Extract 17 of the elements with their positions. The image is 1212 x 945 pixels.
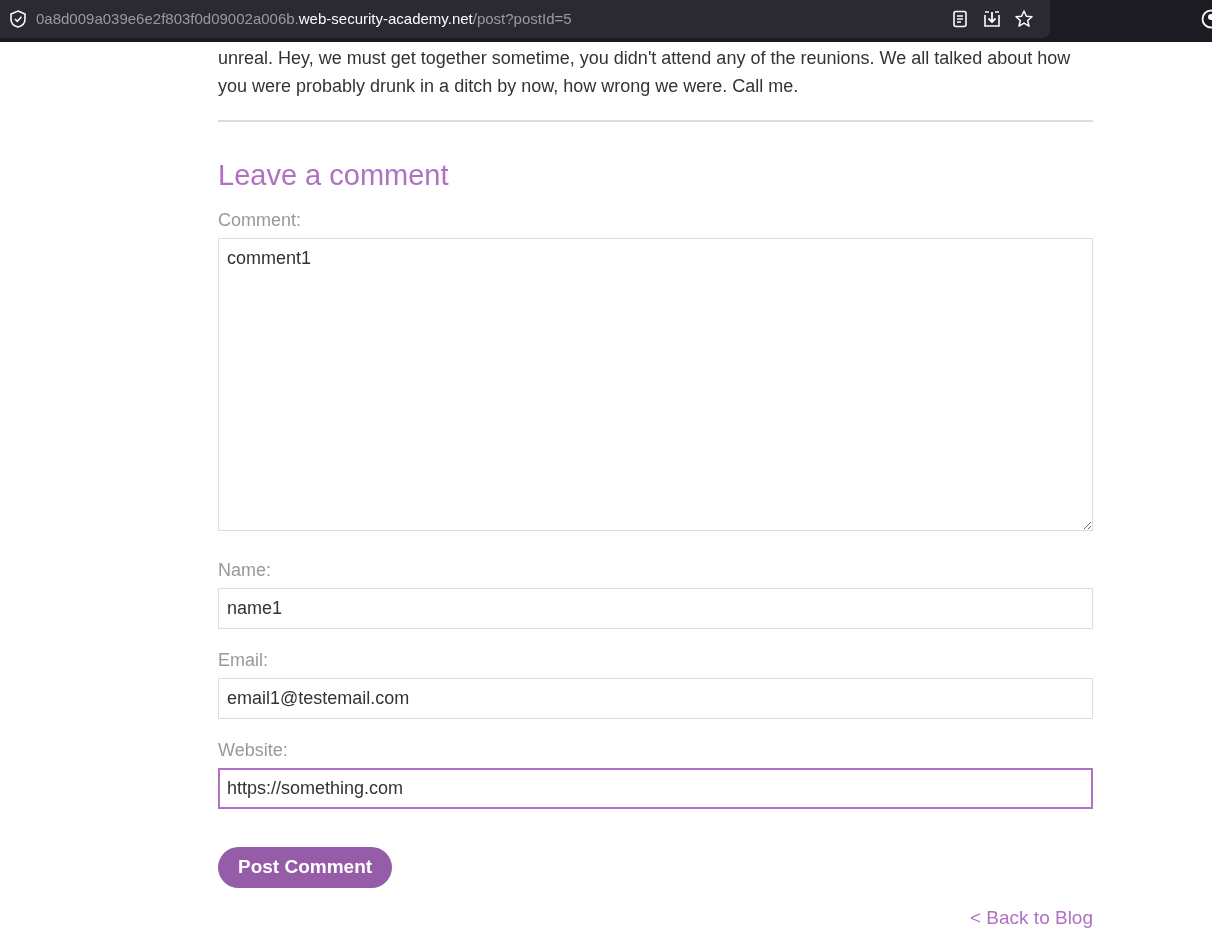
post-paragraph: unreal. Hey, we must get together sometime, you didn't attend any of the reunions. We all talked about how you were probably drunk in a ditch by now, how wrong we were. Call me. — [218, 47, 1072, 98]
field-label: Name: — [218, 558, 272, 582]
input-field[interactable]: https://something.com — [218, 767, 1093, 809]
form-heading: Leave a comment — [218, 158, 450, 193]
input-field[interactable]: name1 — [218, 587, 1093, 629]
post-comment-button[interactable]: Post Comment — [218, 846, 393, 888]
star-icon[interactable] — [1014, 9, 1034, 29]
field-label: Comment: — [218, 208, 303, 232]
field-label: Website: — [218, 738, 289, 762]
input-field[interactable]: email1@testemail.com — [218, 677, 1093, 719]
comment-field[interactable]: comment1 — [218, 237, 1093, 531]
field-label: Email: — [218, 648, 269, 672]
download-icon[interactable] — [982, 9, 1002, 29]
shield-icon[interactable] — [8, 9, 28, 29]
account-icon[interactable] — [1200, 8, 1212, 30]
back-link[interactable]: < Back to Blog — [969, 903, 1093, 933]
reader-view-icon[interactable] — [950, 9, 970, 29]
